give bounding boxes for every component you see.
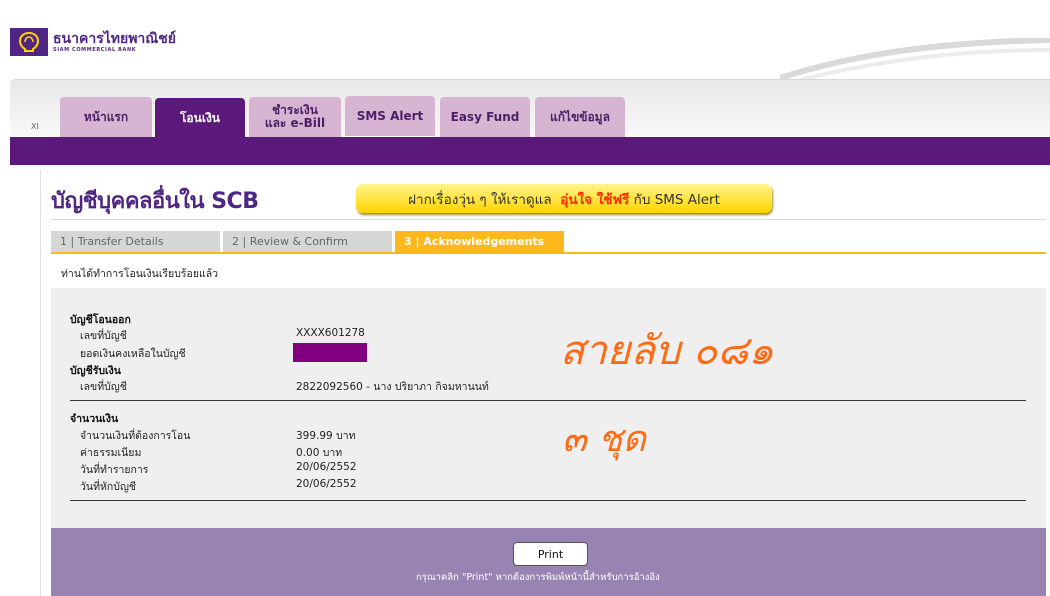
subnav-add-remove-account[interactable]: เพิ่ม/ลด บัญชี — [618, 6, 696, 22]
left-divider — [40, 170, 41, 596]
section-divider — [70, 400, 1026, 401]
tab-sms-alert-label: SMS Alert — [356, 108, 424, 123]
tab-easy-fund-label: Easy Fund — [450, 109, 520, 124]
step-review-confirm: 2 | Review & Confirm — [223, 231, 392, 252]
tab-easy-fund[interactable]: Easy Fund — [440, 97, 530, 137]
tab-transfer-label: โอนเงิน — [179, 110, 221, 125]
tab-edit-profile-label: แก้ไขข้อมูล — [550, 109, 610, 124]
transfer-amount-label: จำนวนเงินที่ต้องการโอน — [80, 430, 191, 442]
tab-sms-alert[interactable]: SMS Alert — [345, 96, 435, 136]
subnav-pending-transfers[interactable]: รายการรอโอน/ยกเลิก — [714, 6, 831, 22]
sms-alert-promo-banner[interactable]: ฝากเรื่องวุ่น ๆ ให้เราดูแล อุ่นใจ ใช้ฟรี… — [356, 184, 772, 213]
handwritten-note-2: ๓ ชุด — [562, 419, 646, 460]
subnav-own-accounts[interactable]: ระหว่างบัญชีตนเอง — [62, 6, 167, 22]
from-account-number-value: XXXX601278 — [296, 327, 365, 339]
fee-label: ค่าธรรมเนียม — [80, 447, 142, 459]
balance-redaction — [293, 343, 367, 362]
tab-home[interactable]: หน้าแรก — [60, 97, 152, 137]
transfer-subnav — [10, 137, 1050, 165]
tab-bill-payment[interactable]: ชำระเงิน และ e-Bill — [249, 97, 341, 137]
from-account-heading: บัญชีโอนออก — [70, 314, 131, 326]
transfer-amount-value: 399.99 บาท — [296, 430, 356, 442]
title-divider — [51, 219, 1046, 220]
tabs-prefix: XI — [31, 122, 39, 131]
subnav-transfer-history[interactable]: ประวัติการโอนเงิน — [856, 6, 957, 22]
from-account-number-label: เลขที่บัญชี — [80, 330, 127, 342]
promo-text-1: ฝากเรื่องวุ่น ๆ ให้เราดูแล — [408, 191, 552, 208]
print-instruction: กรุณาคลิก "Print" หากต้องการพิมพ์หน้านี้… — [416, 572, 660, 583]
tab-bill-payment-label-line2: และ e-Bill — [264, 116, 326, 130]
debit-date-value: 20/06/2552 — [296, 478, 357, 490]
tab-transfer[interactable]: โอนเงิน — [155, 98, 245, 138]
transaction-date-label: วันที่ทำรายการ — [80, 464, 149, 476]
to-account-heading: บัญชีรับเงิน — [70, 365, 121, 377]
print-button[interactable]: Print — [513, 542, 588, 566]
header-swoosh-decoration — [780, 38, 1050, 82]
from-account-balance-label: ยอดเงินคงเหลือในบัญชี — [80, 348, 186, 360]
bank-logo[interactable]: ธนาคารไทยพาณิชย์ SIAM COMMERCIAL BANK — [10, 28, 176, 56]
promo-text-2: กับ SMS Alert — [633, 191, 720, 208]
section-divider-bottom — [70, 500, 1026, 501]
step-acknowledgements: 3 | Acknowledgements — [395, 231, 564, 252]
step-transfer-details: 1 | Transfer Details — [51, 231, 220, 252]
confirmation-message: ท่านได้ทำการโอนเงินเรียบร้อยแล้ว — [61, 268, 219, 280]
transaction-date-value: 20/06/2552 — [296, 461, 357, 473]
to-account-number-label: เลขที่บัญชี — [80, 381, 127, 393]
bank-name-en: SIAM COMMERCIAL BANK — [53, 46, 137, 53]
progress-steps: 1 | Transfer Details 2 | Review & Confir… — [51, 231, 1046, 254]
subnav-other-bank-accounts[interactable]: บัญชีบุคคลอื่นต่างธนาคาร — [324, 6, 461, 22]
tab-home-label: หน้าแรก — [83, 109, 129, 124]
promo-highlight: อุ่นใจ ใช้ฟรี — [560, 191, 630, 208]
fee-value: 0.00 บาท — [296, 447, 343, 459]
page-title: บัญชีบุคคลอื่นใน SCB — [51, 189, 259, 214]
tab-edit-profile[interactable]: แก้ไขข้อมูล — [535, 97, 625, 137]
amount-heading: จำนวนเงิน — [70, 413, 119, 425]
handwritten-note-1: สายลับ ๐๘๑ — [560, 328, 774, 374]
debit-date-label: วันที่หักบัญชี — [80, 481, 137, 493]
transfer-details-panel — [51, 288, 1046, 528]
to-account-number-value: 2822092560 - นาง ปริยาภา กิจมหานนท์ — [296, 381, 489, 393]
scb-emblem-icon — [10, 28, 48, 56]
bank-name-th: ธนาคารไทยพาณิชย์ — [53, 30, 176, 47]
subnav-international-transfer[interactable]: โอนเงินไปต่างประเทศ — [479, 6, 596, 22]
subnav-other-scb-accounts[interactable]: บัญชีบุคคลอื่นใน SCB — [186, 6, 306, 22]
